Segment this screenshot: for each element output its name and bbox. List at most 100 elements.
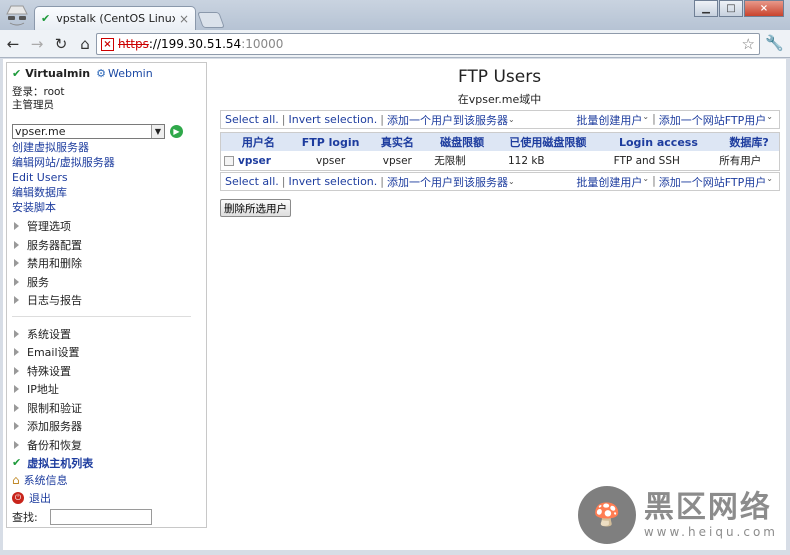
minimize-button[interactable]: ▁ (694, 0, 718, 17)
wrench-menu-icon[interactable]: 🔧 (765, 34, 784, 52)
virtualmin-link[interactable]: Virtualmin (25, 67, 90, 80)
expand-triangle-icon (14, 296, 19, 305)
page-content: ✔ Virtualmin ⚙ Webmin 登录：root 主管理员 vpser… (3, 59, 786, 550)
table-header: 用户名 FTP login 真实名 磁盘限额 已使用磁盘限额 Login acc… (221, 133, 779, 151)
delete-selected-button[interactable]: 删除所选用户 (220, 199, 291, 217)
sidebar-cat-email[interactable]: Email设置 (12, 343, 201, 362)
expand-triangle-icon (14, 348, 19, 357)
sidebar-cat-services[interactable]: 服务 (12, 273, 201, 292)
add-web-ftp-link[interactable]: 添加一个网站FTP用户 (659, 174, 767, 190)
cell-used-quota: 112 kB (507, 154, 545, 167)
maximize-button[interactable]: □ (719, 0, 743, 17)
col-used-quota[interactable]: 已使用磁盘限额 (498, 134, 598, 150)
expand-triangle-icon (14, 222, 19, 231)
tab-close-icon[interactable]: × (179, 12, 189, 26)
users-table: 用户名 FTP login 真实名 磁盘限额 已使用磁盘限额 Login acc… (220, 132, 780, 171)
domain-select[interactable]: vpser.me ▼ (12, 124, 165, 139)
invert-selection-link[interactable]: Invert selection. (289, 175, 378, 188)
link-edit-servers[interactable]: 编辑网站/虚拟服务器 (12, 155, 201, 170)
sidebar-cat-server-config[interactable]: 服务器配置 (12, 236, 201, 255)
add-web-ftp-link[interactable]: 添加一个网站FTP用户 (659, 112, 767, 128)
sidebar-cat-backup[interactable]: 备份和恢复 (12, 436, 201, 455)
cell-login-access: FTP and SSH (613, 154, 680, 167)
sidebar-cat-ip[interactable]: IP地址 (12, 380, 201, 399)
chevron-down-icon: ⌄ (642, 111, 650, 121)
sidebar-logout[interactable]: ⏻ 退出 (12, 489, 201, 507)
check-icon: ✔ (12, 456, 22, 469)
chevron-down-icon: ⌄ (766, 173, 773, 183)
sidebar-cat-add-server[interactable]: 添加服务器 (12, 417, 201, 436)
sidebar-cat-special[interactable]: 特殊设置 (12, 362, 201, 381)
sidebar-cat-logs[interactable]: 日志与报告 (12, 291, 201, 310)
webmin-icon: ⚙ (96, 67, 106, 80)
sidebar-cat-system[interactable]: 系统设置 (12, 325, 201, 344)
add-user-link[interactable]: 添加一个用户到该服务器 (387, 174, 508, 190)
main-panel: FTP Users 在vpser.me域中 Select all. | Inve… (217, 59, 782, 217)
url-host: ://199.30.51.54 (148, 37, 242, 51)
forward-icon[interactable]: → (26, 33, 48, 55)
actions-bar-bottom: Select all. | Invert selection. | 添加一个用户… (220, 172, 780, 191)
actions-bar-top: Select all. | Invert selection. | 添加一个用户… (220, 110, 780, 129)
col-real-name[interactable]: 真实名 (368, 134, 426, 150)
chevron-down-icon: ⌄ (507, 115, 515, 124)
chevron-down-icon: ▼ (151, 125, 164, 138)
batch-create-link[interactable]: 批量创建用户 (576, 174, 642, 190)
chevron-down-icon: ⌄ (507, 177, 515, 186)
expand-triangle-icon (14, 366, 19, 375)
link-edit-users[interactable]: Edit Users (12, 170, 201, 185)
url-port: :10000 (241, 37, 284, 51)
go-button[interactable]: ▶ (170, 125, 183, 138)
link-create-server[interactable]: 创建虚拟服务器 (12, 140, 201, 155)
sidebar-host-list[interactable]: ✔ 虚拟主机列表 (12, 454, 201, 471)
col-ftp-login[interactable]: FTP login (293, 136, 369, 149)
expand-triangle-icon (14, 403, 19, 412)
window-titlebar: ✔ vpstalk (CentOS Linux 5.8 × ▁ □ × (0, 0, 790, 30)
cell-real-name: vpser (382, 154, 412, 167)
browser-incognito-icon (6, 5, 28, 26)
watermark-url: www.heiqu.com (643, 525, 778, 539)
expand-triangle-icon (14, 440, 19, 449)
link-install-scripts[interactable]: 安装脚本 (12, 200, 201, 215)
col-login-access[interactable]: Login access (598, 136, 720, 149)
col-database[interactable]: 数据库? (719, 134, 779, 150)
select-all-link[interactable]: Select all. (225, 175, 279, 188)
link-edit-databases[interactable]: 编辑数据库 (12, 185, 201, 200)
webmin-link[interactable]: Webmin (108, 67, 153, 80)
reload-icon[interactable]: ↻ (50, 33, 72, 55)
back-icon[interactable]: ← (2, 33, 24, 55)
sidebar-cat-limits[interactable]: 限制和验证 (12, 399, 201, 418)
expand-triangle-icon (14, 259, 19, 268)
username-link[interactable]: vpser (238, 155, 271, 167)
batch-create-link[interactable]: 批量创建用户 (576, 112, 642, 128)
select-all-link[interactable]: Select all. (225, 113, 279, 126)
address-bar[interactable]: × https ://199.30.51.54 :10000 ☆ (96, 33, 760, 55)
expand-triangle-icon (14, 385, 19, 394)
chevron-down-icon: ⌄ (766, 111, 773, 121)
add-user-link[interactable]: 添加一个用户到该服务器 (387, 112, 508, 128)
home-icon[interactable]: ⌂ (74, 33, 96, 55)
close-window-button[interactable]: × (744, 0, 784, 17)
browser-tab[interactable]: ✔ vpstalk (CentOS Linux 5.8 × (34, 6, 196, 30)
virtualmin-check-icon: ✔ (12, 67, 22, 80)
sidebar-cat-disable-delete[interactable]: 禁用和删除 (12, 254, 201, 273)
url-scheme: https (118, 37, 149, 51)
virtualmin-tab-icon: ✔ (41, 12, 51, 25)
role-info: 主管理员 (12, 99, 54, 111)
ssl-warning-icon[interactable]: × (101, 37, 114, 51)
col-username[interactable]: 用户名 (221, 134, 293, 150)
tab-title: vpstalk (CentOS Linux 5.8 (56, 12, 175, 25)
sidebar-cat-admin[interactable]: 管理选项 (12, 217, 201, 236)
login-info: 登录：root (12, 86, 65, 98)
invert-selection-link[interactable]: Invert selection. (289, 113, 378, 126)
expand-triangle-icon (14, 240, 19, 249)
search-input[interactable] (49, 509, 152, 525)
new-tab-button[interactable] (197, 12, 225, 28)
sidebar-system-info[interactable]: ⌂ 系统信息 (12, 471, 201, 489)
col-quota[interactable]: 磁盘限额 (426, 134, 498, 150)
page-title: FTP Users (457, 67, 542, 87)
cell-database: 所有用户 (719, 155, 762, 167)
bookmark-star-icon[interactable]: ☆ (742, 35, 755, 53)
cell-ftp-login: vpser (316, 154, 346, 167)
house-icon: ⌂ (12, 473, 20, 487)
row-checkbox[interactable] (224, 155, 234, 166)
